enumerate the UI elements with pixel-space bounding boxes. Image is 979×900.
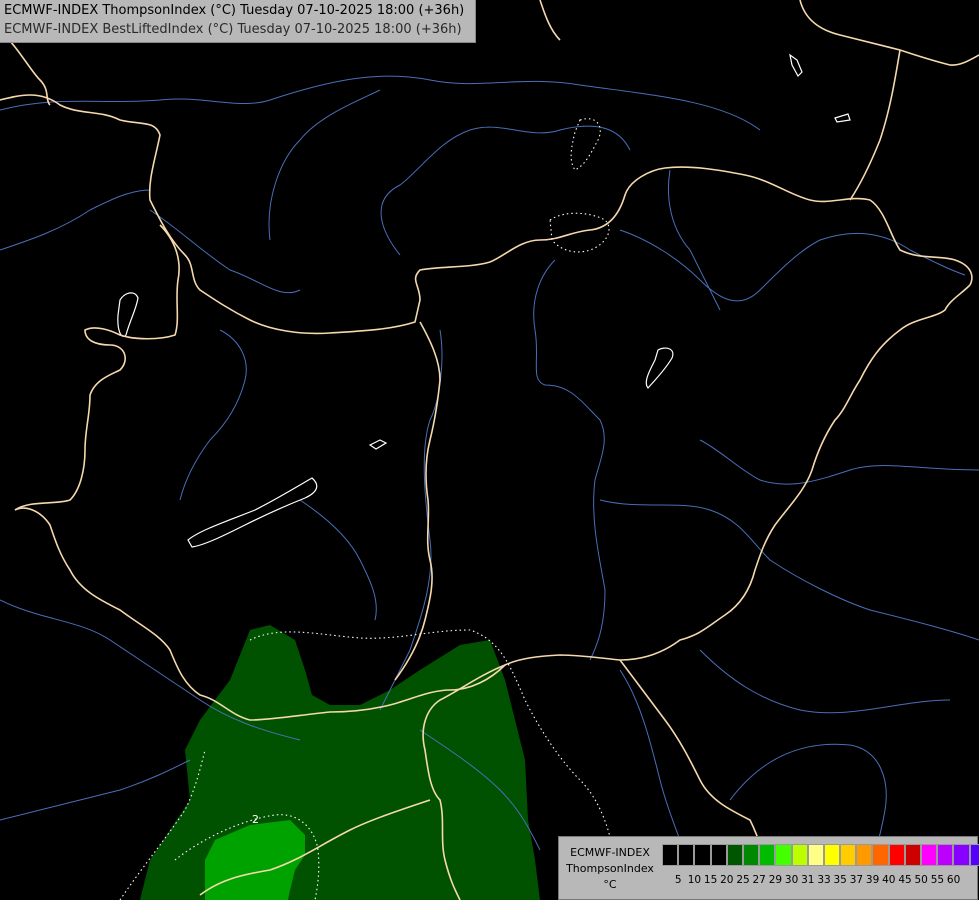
legend-swatch bbox=[921, 844, 938, 866]
legend-tick-label: 39 bbox=[865, 874, 880, 886]
legend-tick-label: 20 bbox=[720, 874, 734, 886]
legend-tick-label: 37 bbox=[849, 874, 864, 886]
legend-swatch bbox=[969, 844, 979, 866]
legend-swatch bbox=[710, 844, 727, 866]
legend-ticks: 5 10 15 20 25 27 29 30 31 33 35 37 39 40 45 50 55 60 bbox=[662, 874, 972, 888]
legend-swatch bbox=[759, 844, 776, 866]
legend-tick-label: 60 bbox=[946, 874, 961, 886]
legend-tick-label: 10 bbox=[687, 874, 702, 886]
legend-tick-label: 40 bbox=[882, 874, 896, 886]
legend-swatch bbox=[823, 844, 841, 866]
legend-tick-label: 30 bbox=[784, 874, 799, 886]
legend-tick-label: 45 bbox=[898, 874, 912, 886]
legend-tick-label: 55 bbox=[930, 874, 945, 886]
legend-tick-label: 29 bbox=[768, 874, 783, 886]
legend-tick-label: 31 bbox=[801, 874, 815, 886]
legend-swatch bbox=[694, 844, 711, 866]
legend-swatch bbox=[807, 844, 824, 866]
color-legend: ECMWF-INDEX ThompsonIndex °C 5 10 15 20 25 27… bbox=[558, 836, 979, 900]
map-title-thompson: ECMWF-INDEX ThompsonIndex (°C) Tuesday 0… bbox=[4, 3, 465, 18]
legend-swatch bbox=[872, 844, 889, 866]
contour-label: 2 bbox=[252, 813, 259, 826]
legend-swatch bbox=[678, 844, 695, 866]
legend-swatch bbox=[888, 844, 905, 866]
legend-tick-label: 33 bbox=[817, 874, 831, 886]
weather-map: 2 bbox=[0, 0, 979, 900]
legend-swatch bbox=[856, 844, 873, 866]
legend-tick-label: 27 bbox=[752, 874, 766, 886]
legend-unit: °C bbox=[603, 878, 617, 891]
legend-swatches bbox=[662, 844, 979, 866]
legend-parameter: ThompsonIndex bbox=[566, 862, 654, 875]
legend-model: ECMWF-INDEX bbox=[570, 846, 650, 859]
legend-swatch bbox=[726, 844, 743, 866]
legend-swatch bbox=[662, 844, 679, 866]
legend-swatch bbox=[840, 844, 857, 866]
legend-tick-label: 25 bbox=[736, 874, 750, 886]
map-title-box: ECMWF-INDEX ThompsonIndex (°C) Tuesday 0… bbox=[0, 0, 476, 43]
legend-swatch bbox=[904, 844, 921, 866]
legend-tick-label: 5 bbox=[674, 874, 682, 886]
legend-swatch bbox=[937, 844, 954, 866]
legend-tick-label: 50 bbox=[914, 874, 928, 886]
legend-tick-label: 35 bbox=[833, 874, 847, 886]
legend-swatch bbox=[791, 844, 808, 866]
map-title-lifted: ECMWF-INDEX BestLiftedIndex (°C) Tuesday… bbox=[4, 22, 462, 37]
legend-tick-label: 15 bbox=[703, 874, 718, 886]
legend-swatch bbox=[775, 844, 792, 866]
legend-swatch bbox=[953, 844, 970, 866]
contour-label-group: 2 bbox=[252, 813, 259, 826]
legend-swatch bbox=[742, 844, 760, 866]
